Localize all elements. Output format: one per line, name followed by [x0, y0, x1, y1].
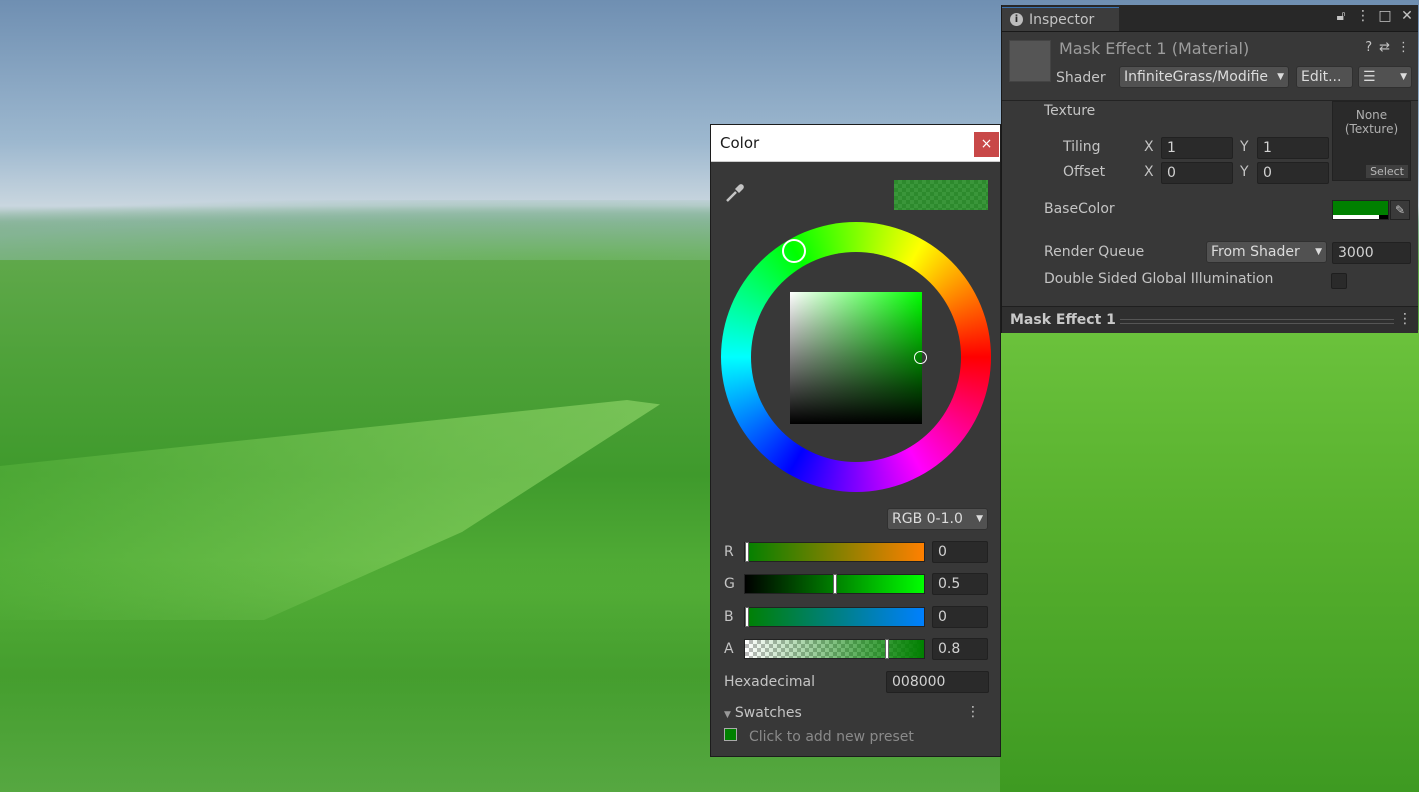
channel-a-label: A — [724, 641, 734, 657]
swatches-label: Swatches — [734, 705, 802, 721]
triangle-down-icon: ▼ — [724, 710, 731, 720]
shader-label: Shader — [1056, 70, 1106, 86]
channel-a-input[interactable]: 0.8 — [932, 638, 988, 660]
grass-behind-inspector — [1000, 330, 1419, 792]
texture-slot-none: None — [1355, 108, 1388, 122]
material-header-icons: ? ⇄ ⋮ — [1365, 40, 1410, 55]
section-title: Mask Effect 1 — [1010, 312, 1116, 328]
chevron-down-icon: ▼ — [1315, 247, 1322, 257]
hue-handle[interactable] — [782, 239, 806, 263]
shader-dropdown[interactable]: InfiniteGrass/Modifie ▼ — [1119, 66, 1289, 88]
texture-slot-type: (Texture) — [1344, 122, 1399, 136]
material-thumbnail — [1009, 40, 1051, 82]
basecolor-alpha-bar — [1333, 215, 1379, 219]
channel-r-thumb[interactable] — [745, 542, 749, 562]
basecolor-alpha-remainder — [1379, 215, 1388, 219]
color-window-titlebar[interactable]: Color × — [711, 125, 1000, 162]
render-queue-label: Render Queue — [1044, 244, 1145, 260]
swatch-preset-chip[interactable] — [724, 728, 737, 741]
more-vertical-icon[interactable]: ⋮ — [1356, 8, 1370, 24]
channel-r-input[interactable]: 0 — [932, 541, 988, 563]
render-queue-mode: From Shader — [1211, 244, 1300, 260]
texture-slot[interactable]: None (Texture) Select — [1332, 101, 1411, 181]
offset-y-label: Y — [1240, 164, 1249, 180]
close-icon[interactable]: ✕ — [1400, 8, 1414, 24]
render-queue-dropdown[interactable]: From Shader ▼ — [1206, 241, 1327, 263]
channel-r-slider[interactable] — [744, 542, 925, 562]
channel-a-thumb[interactable] — [885, 639, 889, 659]
basecolor-label: BaseColor — [1044, 201, 1115, 217]
chevron-down-icon: ▼ — [1277, 72, 1284, 82]
texture-select-button[interactable]: Select — [1366, 165, 1408, 178]
channel-b-label: B — [724, 609, 734, 625]
chevron-down-icon: ▼ — [1400, 72, 1407, 82]
tab-icons: 🔓︎ ⋮ □ ✕ — [1334, 8, 1414, 24]
channel-g-label: G — [724, 576, 735, 592]
color-window-title: Color — [720, 134, 760, 152]
color-preview-swatch[interactable] — [894, 180, 988, 210]
eyedropper-icon[interactable]: ✎ — [1390, 200, 1410, 220]
render-queue-input[interactable]: 3000 — [1332, 242, 1411, 264]
list-icon: ☰ — [1363, 69, 1376, 85]
color-mode-dropdown[interactable]: RGB 0-1.0 ▼ — [887, 508, 988, 530]
basecolor-field[interactable] — [1332, 200, 1389, 220]
close-icon[interactable]: × — [974, 132, 999, 157]
add-preset-hint[interactable]: Click to add new preset — [749, 729, 914, 745]
offset-x-input[interactable]: 0 — [1161, 162, 1233, 184]
channel-g-thumb[interactable] — [832, 574, 837, 594]
tab-inspector[interactable]: i Inspector — [1002, 7, 1119, 31]
channel-g-input[interactable]: 0.5 — [932, 573, 988, 595]
maximize-icon[interactable]: □ — [1378, 8, 1392, 24]
help-icon[interactable]: ? — [1365, 40, 1372, 55]
tab-inspector-label: Inspector — [1029, 11, 1095, 28]
inspector-tabbar: i Inspector 🔓︎ ⋮ □ ✕ — [1002, 5, 1418, 32]
offset-y-input[interactable]: 0 — [1257, 162, 1329, 184]
tiling-x-input[interactable]: 1 — [1161, 137, 1233, 159]
more-vertical-icon[interactable]: ⋮ — [966, 704, 980, 720]
preset-settings-icon[interactable]: ⇄ — [1379, 40, 1390, 55]
saturation-value-square[interactable] — [790, 292, 927, 424]
swatches-foldout[interactable]: ▼ Swatches — [724, 705, 802, 721]
channel-b-input[interactable]: 0 — [932, 606, 988, 628]
channel-a-slider[interactable] — [744, 639, 925, 659]
color-mode-value: RGB 0-1.0 — [892, 511, 963, 527]
chevron-down-icon: ▼ — [976, 514, 983, 524]
color-picker-window: Color × RGB 0-1.0 ▼ R 0 G 0.5 B 0 A 0.8 … — [710, 124, 1001, 757]
channel-g-slider[interactable] — [744, 574, 925, 594]
material-name: Mask Effect 1 (Material) — [1059, 39, 1250, 58]
more-vertical-icon[interactable]: ⋮ — [1398, 311, 1412, 327]
info-icon: i — [1010, 13, 1023, 26]
edit-shader-button[interactable]: Edit... — [1296, 66, 1353, 88]
texture-label: Texture — [1044, 103, 1096, 119]
hexadecimal-input[interactable]: 008000 — [886, 671, 989, 693]
dsgi-checkbox[interactable] — [1331, 273, 1347, 289]
dsgi-label: Double Sided Global Illumination — [1044, 271, 1274, 287]
offset-x-label: X — [1144, 164, 1154, 180]
shader-list-dropdown[interactable]: ☰ ▼ — [1358, 66, 1412, 88]
inspector-panel: i Inspector 🔓︎ ⋮ □ ✕ Mask Effect 1 (Mate… — [1001, 5, 1418, 333]
hexadecimal-label: Hexadecimal — [724, 674, 815, 690]
section-divider — [1120, 319, 1394, 324]
channel-b-thumb[interactable] — [745, 607, 749, 627]
channel-r-label: R — [724, 544, 734, 560]
sv-cursor[interactable] — [914, 351, 927, 364]
section-header[interactable]: Mask Effect 1 ⋮ — [1002, 306, 1418, 333]
offset-label: Offset — [1063, 164, 1106, 180]
tiling-label: Tiling — [1063, 139, 1101, 155]
tiling-y-label: Y — [1240, 139, 1249, 155]
material-header: Mask Effect 1 (Material) ? ⇄ ⋮ Shader In… — [1002, 32, 1418, 101]
tiling-y-input[interactable]: 1 — [1257, 137, 1329, 159]
lock-icon[interactable]: 🔓︎ — [1334, 8, 1348, 24]
more-vertical-icon[interactable]: ⋮ — [1397, 40, 1410, 55]
channel-b-slider[interactable] — [744, 607, 925, 627]
eyedropper-icon[interactable] — [723, 181, 747, 205]
tiling-x-label: X — [1144, 139, 1154, 155]
shader-dropdown-value: InfiniteGrass/Modifie — [1124, 69, 1269, 85]
